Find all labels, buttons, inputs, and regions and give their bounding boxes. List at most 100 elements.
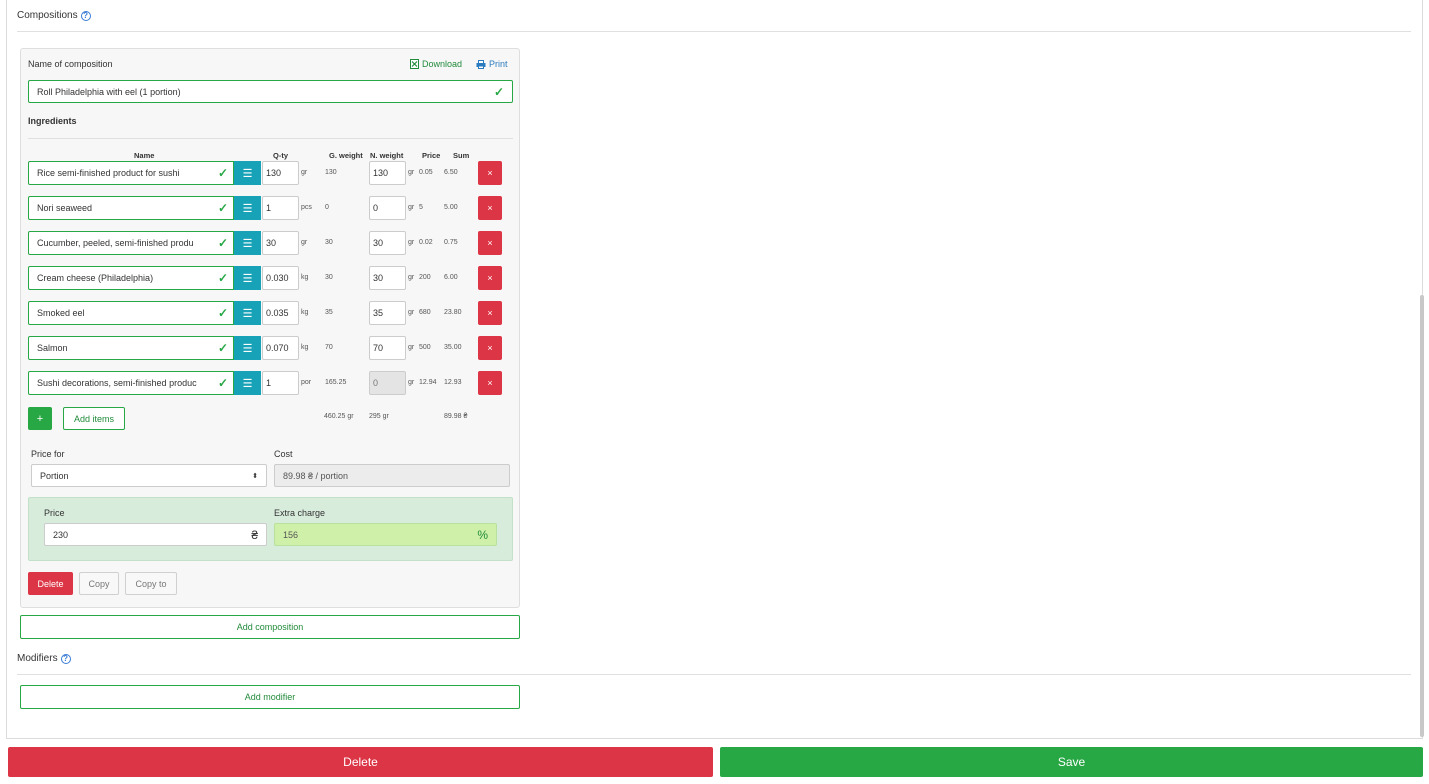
ingredient-name-input[interactable]: Cream cheese (Philadelphia) ✓ xyxy=(28,266,234,290)
qty-input[interactable]: 30 xyxy=(262,231,299,255)
gross-weight: 165.25 xyxy=(325,379,347,386)
price-input[interactable]: 230 ₴ xyxy=(44,523,267,546)
qty-unit: pcs xyxy=(301,204,312,211)
list-icon[interactable]: ☰ xyxy=(234,266,261,290)
compositions-header: Compositions ? xyxy=(17,10,91,21)
select-arrows-icon: ⬍ xyxy=(252,472,258,480)
net-weight-unit: gr xyxy=(408,379,415,386)
net-weight-unit: gr xyxy=(408,309,415,316)
ingredient-name-input[interactable]: Cucumber, peeled, semi-finished produ ✓ xyxy=(28,231,234,255)
ingredient-sum: 5.00 xyxy=(444,204,458,211)
net-weight-unit: gr xyxy=(408,344,415,351)
qty-unit: kg xyxy=(301,344,309,351)
net-weight-unit: gr xyxy=(408,274,415,281)
add-composition-button[interactable]: Add composition xyxy=(20,615,520,639)
check-icon: ✓ xyxy=(217,341,228,355)
excel-icon xyxy=(410,59,419,69)
col-header-gross-weight: G. weight xyxy=(329,151,363,160)
price-for-select[interactable]: Portion ⬍ xyxy=(31,464,267,487)
extra-charge-input[interactable]: 156 % xyxy=(274,523,497,546)
net-weight-unit: gr xyxy=(408,204,415,211)
gross-weight: 30 xyxy=(325,239,333,246)
list-icon[interactable]: ☰ xyxy=(234,301,261,325)
gross-weight: 70 xyxy=(325,344,333,351)
check-icon: ✓ xyxy=(217,376,228,390)
ingredient-price: 0.05 xyxy=(419,169,433,176)
price-for-label: Price for xyxy=(31,449,65,459)
download-link[interactable]: Download xyxy=(410,59,462,69)
save-button[interactable]: Save xyxy=(720,747,1423,777)
ingredient-name-input[interactable]: Rice semi-finished product for sushi ✓ xyxy=(28,161,234,185)
net-weight-unit: gr xyxy=(408,169,415,176)
gross-weight: 35 xyxy=(325,309,333,316)
list-icon[interactable]: ☰ xyxy=(234,371,261,395)
print-link[interactable]: Print xyxy=(476,59,508,69)
cost-field: 89.98 ₴ / portion xyxy=(274,464,510,487)
add-ingredient-button[interactable]: + xyxy=(28,407,52,430)
qty-input[interactable]: 0.070 xyxy=(262,336,299,360)
qty-unit: gr xyxy=(301,169,308,176)
ingredient-row: Smoked eel ✓ ☰ 0.035 kg 35 35 gr 680 23.8… xyxy=(28,301,508,325)
composition-name-label: Name of composition xyxy=(28,59,113,69)
add-modifier-button[interactable]: Add modifier xyxy=(20,685,520,709)
list-icon[interactable]: ☰ xyxy=(234,161,261,185)
gross-weight: 30 xyxy=(325,274,333,281)
net-weight-input[interactable]: 70 xyxy=(369,336,406,360)
price-value: 230 xyxy=(53,529,69,540)
printer-icon xyxy=(476,59,486,69)
ingredient-price: 680 xyxy=(419,309,431,316)
help-icon[interactable]: ? xyxy=(60,653,71,664)
delete-button[interactable]: Delete xyxy=(8,747,713,777)
ingredient-name-input[interactable]: Nori seaweed ✓ xyxy=(28,196,234,220)
ingredient-name-input[interactable]: Sushi decorations, semi-finished produc ✓ xyxy=(28,371,234,395)
ingredient-name: Smoked eel xyxy=(37,308,85,318)
total-net-weight: 295 gr xyxy=(369,413,389,420)
ingredient-name-input[interactable]: Smoked eel ✓ xyxy=(28,301,234,325)
delete-composition-button[interactable]: Delete xyxy=(28,572,73,595)
price-panel: Price Extra charge 230 ₴ 156 % xyxy=(28,497,513,561)
remove-ingredient-button[interactable]: × xyxy=(478,161,502,185)
copy-to-button[interactable]: Copy to xyxy=(125,572,177,595)
qty-input[interactable]: 130 xyxy=(262,161,299,185)
net-weight-input[interactable]: 0 xyxy=(369,196,406,220)
add-items-button[interactable]: Add items xyxy=(63,407,125,430)
help-icon[interactable]: ? xyxy=(80,10,91,21)
list-icon[interactable]: ☰ xyxy=(234,336,261,360)
qty-input[interactable]: 0.030 xyxy=(262,266,299,290)
qty-unit: por xyxy=(301,379,312,386)
col-header-qty: Q-ty xyxy=(273,151,288,160)
list-icon[interactable]: ☰ xyxy=(234,196,261,220)
remove-ingredient-button[interactable]: × xyxy=(478,266,502,290)
ingredient-sum: 12.93 xyxy=(444,379,462,386)
ingredient-row: Salmon ✓ ☰ 0.070 kg 70 70 gr 500 35.00 × xyxy=(28,336,508,360)
net-weight-input[interactable]: 130 xyxy=(369,161,406,185)
divider xyxy=(17,31,1411,32)
ingredient-name-input[interactable]: Salmon ✓ xyxy=(28,336,234,360)
qty-input[interactable]: 1 xyxy=(262,196,299,220)
gross-weight: 0 xyxy=(325,204,329,211)
scrollbar[interactable] xyxy=(1420,295,1424,737)
print-label: Print xyxy=(489,59,508,69)
ingredient-price: 0.02 xyxy=(419,239,433,246)
net-weight-unit: gr xyxy=(408,239,415,246)
remove-ingredient-button[interactable]: × xyxy=(478,196,502,220)
ingredient-row: Rice semi-finished product for sushi ✓ ☰ … xyxy=(28,161,508,185)
copy-button[interactable]: Copy xyxy=(79,572,119,595)
gross-weight: 130 xyxy=(325,169,337,176)
net-weight-input[interactable]: 35 xyxy=(369,301,406,325)
ingredient-price: 5 xyxy=(419,204,423,211)
net-weight-input[interactable]: 30 xyxy=(369,231,406,255)
ingredient-price: 500 xyxy=(419,344,431,351)
ingredient-name: Cucumber, peeled, semi-finished produ xyxy=(37,238,194,248)
ingredient-sum: 35.00 xyxy=(444,344,462,351)
net-weight-input[interactable]: 30 xyxy=(369,266,406,290)
remove-ingredient-button[interactable]: × xyxy=(478,371,502,395)
composition-name-input[interactable]: Roll Philadelphia with eel (1 portion) ✓ xyxy=(28,80,513,103)
qty-input[interactable]: 0.035 xyxy=(262,301,299,325)
remove-ingredient-button[interactable]: × xyxy=(478,231,502,255)
hryvnia-icon: ₴ xyxy=(251,527,258,542)
qty-input[interactable]: 1 xyxy=(262,371,299,395)
remove-ingredient-button[interactable]: × xyxy=(478,301,502,325)
list-icon[interactable]: ☰ xyxy=(234,231,261,255)
remove-ingredient-button[interactable]: × xyxy=(478,336,502,360)
